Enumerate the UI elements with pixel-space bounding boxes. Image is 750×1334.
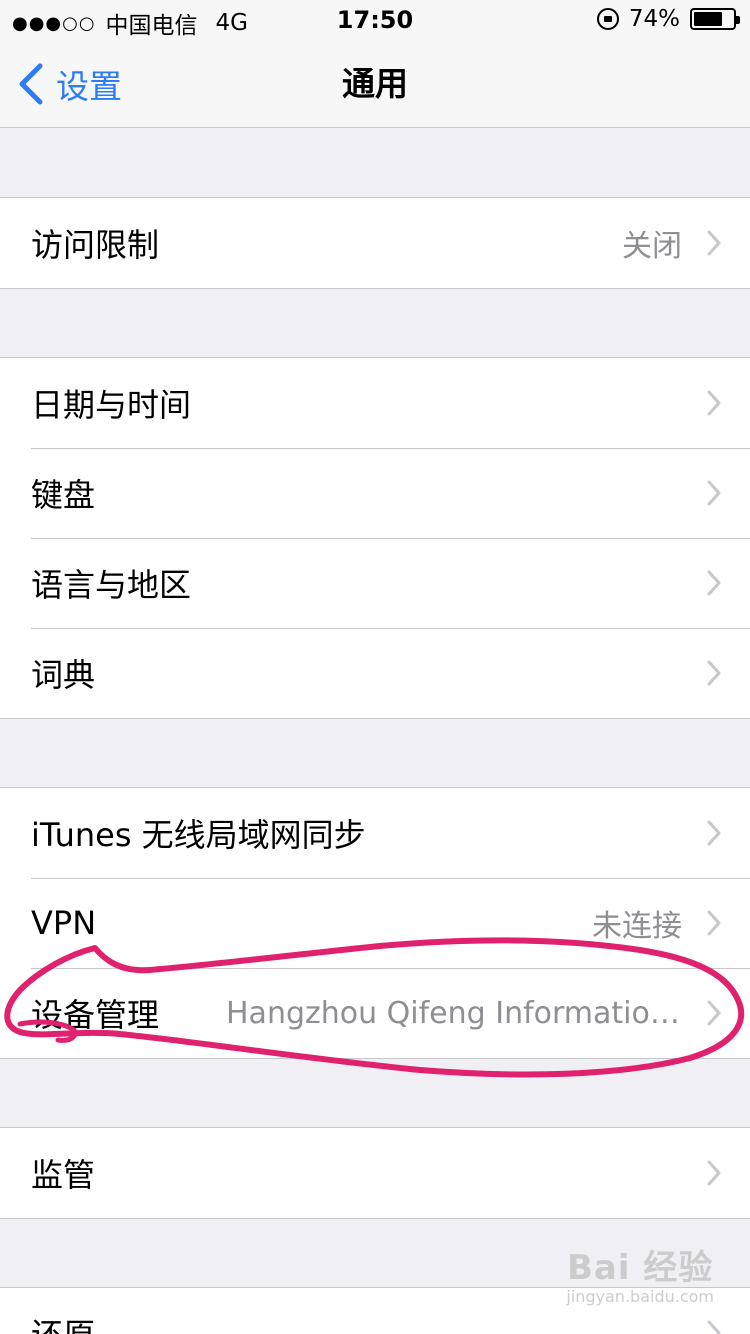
battery-icon bbox=[690, 8, 740, 30]
settings-group-supervision: 监管 bbox=[0, 1127, 750, 1219]
rotation-lock-icon bbox=[596, 8, 619, 30]
chevron-right-icon bbox=[707, 230, 721, 256]
row-label: 监管 bbox=[31, 1156, 96, 1194]
baidu-watermark: Bai 经验 jingyan.baidu.com bbox=[566, 1240, 714, 1306]
row-label: 还原 bbox=[31, 1310, 95, 1334]
settings-group-date-keyboard: 日期与时间 键盘 语言与地区 词典 bbox=[0, 357, 750, 719]
row-date-time[interactable]: 日期与时间 bbox=[0, 358, 750, 448]
row-supervision[interactable]: 监管 bbox=[0, 1128, 750, 1218]
row-label: 键盘 bbox=[31, 476, 96, 514]
row-label: 访问限制 bbox=[31, 226, 160, 264]
status-bar: ●●●○○ 中国电信 4G 17:50 74% bbox=[0, 0, 750, 40]
page-title: 通用 bbox=[342, 64, 408, 103]
navigation-bar: 设置 通用 bbox=[0, 40, 750, 128]
chevron-right-icon bbox=[707, 820, 721, 846]
row-value: 关闭 bbox=[622, 229, 682, 264]
chevron-right-icon bbox=[707, 910, 721, 936]
row-label: 词典 bbox=[31, 656, 96, 694]
chevron-right-icon bbox=[707, 1320, 721, 1334]
settings-general-screen: ●●●○○ 中国电信 4G 17:50 74% 设置 通用 访问限制 关闭 日期… bbox=[0, 0, 750, 1334]
row-language-region[interactable]: 语言与地区 bbox=[0, 538, 750, 628]
status-right: 74% bbox=[596, 6, 740, 32]
chevron-right-icon bbox=[707, 660, 721, 686]
row-restrictions[interactable]: 访问限制 关闭 bbox=[0, 198, 750, 288]
row-device-management[interactable]: 设备管理 Hangzhou Qifeng Information... bbox=[0, 968, 750, 1058]
row-label: 日期与时间 bbox=[31, 386, 192, 424]
row-keyboard[interactable]: 键盘 bbox=[0, 448, 750, 538]
row-label: iTunes 无线局域网同步 bbox=[31, 816, 366, 854]
settings-group-restrictions: 访问限制 关闭 bbox=[0, 197, 750, 289]
chevron-right-icon bbox=[707, 570, 721, 596]
row-itunes-wifi-sync[interactable]: iTunes 无线局域网同步 bbox=[0, 788, 750, 878]
row-label: 语言与地区 bbox=[31, 566, 192, 604]
watermark-logo: Bai 经验 bbox=[566, 1248, 714, 1288]
row-label: 设备管理 bbox=[31, 996, 160, 1034]
chevron-right-icon bbox=[707, 480, 721, 506]
chevron-right-icon bbox=[707, 1000, 721, 1026]
battery-fill bbox=[694, 12, 723, 26]
chevron-right-icon bbox=[707, 390, 721, 416]
battery-percent: 74% bbox=[628, 6, 680, 32]
row-value: 未连接 bbox=[592, 909, 682, 944]
row-label: VPN bbox=[31, 904, 97, 942]
settings-group-sync-vpn: iTunes 无线局域网同步 VPN 未连接 设备管理 Hangzhou Qif… bbox=[0, 787, 750, 1059]
watermark-url: jingyan.baidu.com bbox=[566, 1287, 714, 1306]
row-vpn[interactable]: VPN 未连接 bbox=[0, 878, 750, 968]
chevron-right-icon bbox=[707, 1160, 721, 1186]
row-dictionary[interactable]: 词典 bbox=[0, 628, 750, 718]
row-value: Hangzhou Qifeng Information... bbox=[226, 995, 682, 1031]
